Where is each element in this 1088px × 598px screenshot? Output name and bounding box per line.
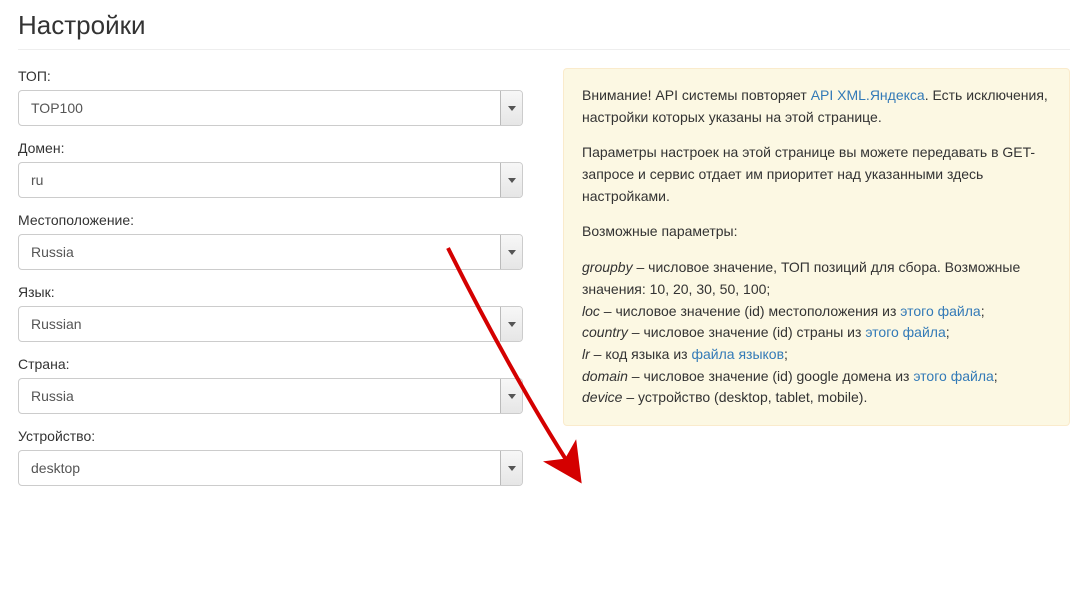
- page-title: Настройки: [18, 10, 1070, 50]
- chevron-down-icon: [500, 451, 522, 485]
- info-paragraph-1: Внимание! API системы повторяет API XML.…: [582, 85, 1051, 128]
- domain-label: Домен:: [18, 140, 523, 156]
- top-select[interactable]: TOP100: [18, 90, 523, 126]
- chevron-down-icon: [500, 91, 522, 125]
- chevron-down-icon: [500, 307, 522, 341]
- location-select[interactable]: Russia: [18, 234, 523, 270]
- lr-file-link[interactable]: файла языков: [691, 346, 784, 362]
- device-select[interactable]: desktop: [18, 450, 523, 486]
- api-xml-yandex-link[interactable]: API XML.Яндекса: [811, 87, 925, 103]
- info-paragraph-2: Параметры настроек на этой странице вы м…: [582, 142, 1051, 207]
- info-paragraph-3: Возможные параметры:: [582, 221, 1051, 243]
- settings-form: ТОП: TOP100 Домен: ru Местоположение: Ru…: [18, 68, 523, 500]
- param-loc: loc: [582, 303, 600, 319]
- loc-file-link[interactable]: этого файла: [900, 303, 980, 319]
- country-select-value: Russia: [19, 388, 500, 404]
- language-label: Язык:: [18, 284, 523, 300]
- chevron-down-icon: [500, 163, 522, 197]
- language-select[interactable]: Russian: [18, 306, 523, 342]
- device-select-value: desktop: [19, 460, 500, 476]
- domain-select-value: ru: [19, 172, 500, 188]
- domain-select[interactable]: ru: [18, 162, 523, 198]
- info-params: groupby – числовое значение, ТОП позиций…: [582, 257, 1051, 409]
- country-select[interactable]: Russia: [18, 378, 523, 414]
- param-country: country: [582, 324, 628, 340]
- domain-file-link[interactable]: этого файла: [913, 368, 993, 384]
- location-select-value: Russia: [19, 244, 500, 260]
- country-label: Страна:: [18, 356, 523, 372]
- param-device: device: [582, 389, 622, 405]
- param-groupby: groupby: [582, 259, 633, 275]
- param-domain: domain: [582, 368, 628, 384]
- language-select-value: Russian: [19, 316, 500, 332]
- device-label: Устройство:: [18, 428, 523, 444]
- info-panel: Внимание! API системы повторяет API XML.…: [563, 68, 1070, 426]
- param-lr: lr: [582, 346, 590, 362]
- chevron-down-icon: [500, 235, 522, 269]
- country-file-link[interactable]: этого файла: [865, 324, 945, 340]
- top-select-value: TOP100: [19, 100, 500, 116]
- top-label: ТОП:: [18, 68, 523, 84]
- location-label: Местоположение:: [18, 212, 523, 228]
- chevron-down-icon: [500, 379, 522, 413]
